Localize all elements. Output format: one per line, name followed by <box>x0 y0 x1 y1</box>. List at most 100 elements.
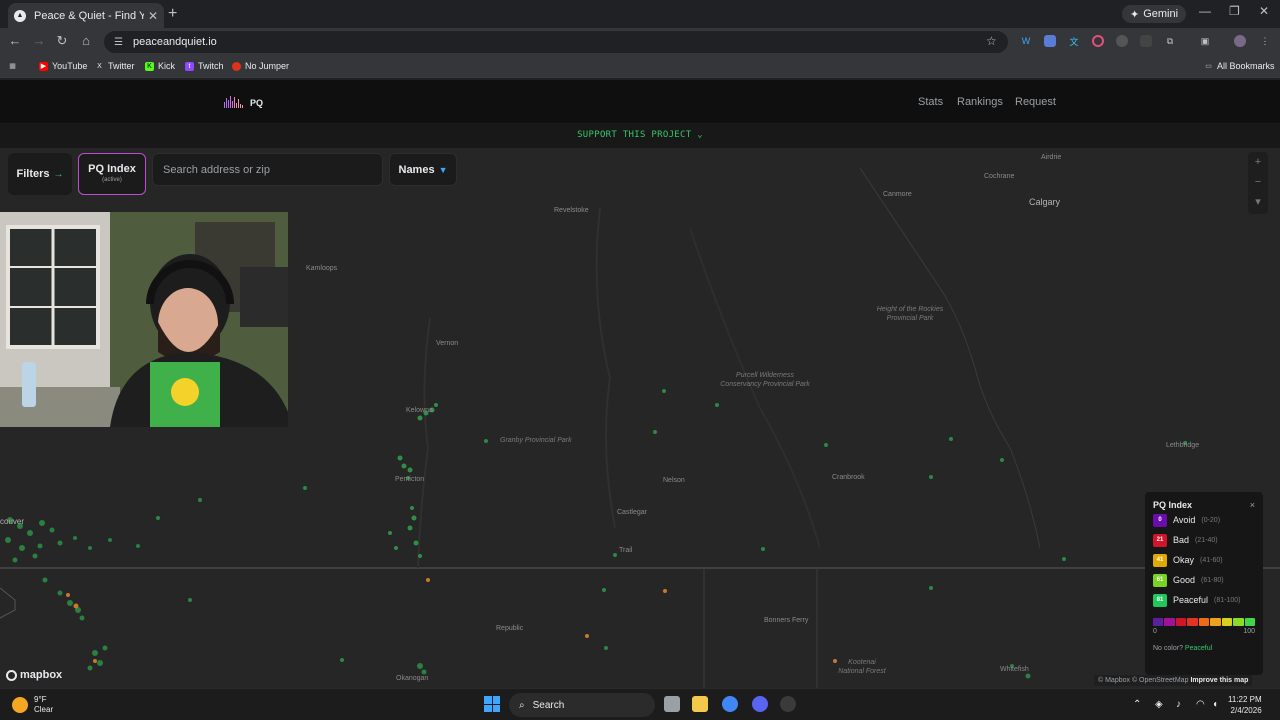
browser-toolbar: ← → ↻ ⌂ ☰ peaceandquiet.io ☆ W 文 ⧉ ▣ ⋮ <box>0 28 1280 56</box>
gemini-button[interactable]: ✦ Gemini <box>1122 5 1187 23</box>
mapbox-logo[interactable]: mapbox <box>6 669 62 681</box>
pq-cluster-okay[interactable] <box>66 578 837 663</box>
browser-tab[interactable]: ▲ Peace & Quiet - Find Your Quie ✕ <box>8 3 164 28</box>
forward-icon[interactable]: → <box>31 33 47 48</box>
map-label-penticton: Penticton <box>395 476 425 483</box>
side-panel-icon[interactable]: ▣ <box>1199 35 1211 47</box>
weather-condition: Clear <box>34 705 54 714</box>
legend-swatch: 81 <box>1153 593 1167 607</box>
extensions-puzzle-icon[interactable]: ⧉ <box>1164 35 1176 47</box>
reload-icon[interactable]: ↻ <box>54 33 70 49</box>
twitch-icon: t <box>185 61 194 71</box>
close-window-icon[interactable]: ✕ <box>1259 4 1269 18</box>
show-hidden-icons-icon[interactable]: ⌃ <box>1133 699 1141 710</box>
filters-button[interactable]: Filters → <box>8 153 72 195</box>
map-label-nelson: Nelson <box>663 477 685 484</box>
map-label-granby-park: Granby Provincial Park <box>500 437 572 444</box>
zoom-in-icon[interactable]: + <box>1248 152 1268 172</box>
taskbar-search[interactable]: ⌕ Search <box>509 693 655 717</box>
legend-item-range: (41-60) <box>1200 556 1223 564</box>
menu-icon[interactable]: ⋮ <box>1259 35 1271 47</box>
map-label-airdrie: Airdrie <box>1041 154 1062 161</box>
folder-icon: ▭ <box>1205 63 1212 70</box>
map-canvas[interactable]: Revelstoke Kamloops Vernon Kelowna Penti… <box>0 148 1280 688</box>
restore-icon[interactable]: ❐ <box>1229 4 1240 18</box>
bookmark-twitter[interactable]: X Twitter <box>95 61 134 71</box>
compass-icon[interactable]: ▾ <box>1248 192 1268 212</box>
x-icon: X <box>97 62 102 70</box>
bookmark-twitch[interactable]: t Twitch <box>185 61 224 71</box>
legend-gradient-step <box>1187 618 1198 626</box>
url-text: peaceandquiet.io <box>132 36 217 48</box>
legend-gradient-bar <box>1153 618 1255 626</box>
system-clock[interactable]: 11:22 PM 2/4/2026 <box>1228 694 1262 716</box>
webcam-overlay <box>0 212 288 427</box>
site-logo[interactable]: PQ <box>224 96 263 108</box>
extension-icon[interactable] <box>1092 35 1104 47</box>
pq-scattered-points[interactable] <box>156 389 1187 662</box>
bookmark-star-icon[interactable]: ☆ <box>986 34 997 48</box>
nav-stats[interactable]: Stats <box>918 96 943 108</box>
gemini-icon: ✦ <box>1130 8 1140 21</box>
wifi-icon[interactable]: ◠ <box>1196 699 1205 710</box>
chrome-icon[interactable] <box>722 696 738 712</box>
back-icon[interactable]: ← <box>7 33 23 48</box>
legend-item-name: Bad <box>1173 535 1190 545</box>
app-icon[interactable] <box>780 696 796 712</box>
improve-map-link[interactable]: Improve this map <box>1190 677 1248 684</box>
pq-cluster-vancouver[interactable] <box>5 517 1031 679</box>
support-project-banner[interactable]: SUPPORT THIS PROJECT ⌄ <box>0 124 1280 148</box>
tab-strip: ▲ Peace & Quiet - Find Your Quie ✕ + ✦ G… <box>0 0 1280 28</box>
site-info-icon[interactable]: ☰ <box>114 37 123 48</box>
discord-icon[interactable] <box>752 696 768 712</box>
legend-row-peaceful: 81 Peaceful (81-100) <box>1153 590 1255 610</box>
extension-icon[interactable] <box>1116 35 1128 47</box>
legend-item-range: (21-40) <box>1195 536 1218 544</box>
volume-icon[interactable]: ◖ <box>1212 699 1218 710</box>
address-search-input[interactable]: Search address or zip <box>152 153 383 186</box>
profile-avatar[interactable] <box>1234 35 1246 47</box>
home-icon[interactable]: ⌂ <box>78 33 94 48</box>
legend-swatch: 61 <box>1153 573 1167 587</box>
extension-icon[interactable]: W <box>1020 35 1032 47</box>
legend-no-color-note: No color? Peaceful <box>1153 645 1255 652</box>
all-bookmarks[interactable]: ▭ All Bookmarks <box>1204 61 1274 71</box>
weather-widget[interactable]: 9°F Clear <box>12 695 53 715</box>
extension-icon[interactable] <box>1140 35 1152 47</box>
no-color-value: Peaceful <box>1184 645 1213 652</box>
bookmark-kick[interactable]: K Kick <box>145 61 175 71</box>
extension-icon[interactable] <box>1044 35 1056 47</box>
map-label-kamloops: Kamloops <box>306 265 338 272</box>
close-legend-icon[interactable]: × <box>1250 500 1255 510</box>
minimize-icon[interactable]: — <box>1199 4 1211 18</box>
map-label-height-of-rockies: Height of the Rockies Provincial Park <box>876 306 944 322</box>
close-tab-icon[interactable]: ✕ <box>148 9 158 23</box>
legend-scale-max: 100 <box>1243 628 1255 635</box>
new-tab-icon[interactable]: + <box>168 5 177 23</box>
legend-gradient-step <box>1175 618 1187 626</box>
nav-request[interactable]: Request <box>1015 96 1056 108</box>
zoom-out-icon[interactable]: − <box>1248 172 1268 192</box>
network-tray-icon[interactable]: ◈ <box>1155 699 1163 710</box>
bookmark-no-jumper[interactable]: No Jumper <box>232 61 289 71</box>
nav-rankings[interactable]: Rankings <box>957 96 1003 108</box>
microphone-icon[interactable]: ♪ <box>1176 699 1181 710</box>
bookmark-youtube[interactable]: ▶ YouTube <box>39 61 87 71</box>
address-bar[interactable]: ☰ peaceandquiet.io <box>104 31 1008 53</box>
apps-icon[interactable]: ▦ <box>8 61 17 70</box>
pq-index-button[interactable]: PQ Index (active) <box>78 153 146 195</box>
task-view-icon[interactable] <box>664 696 680 712</box>
names-dropdown[interactable]: Names ▼ <box>389 153 457 186</box>
map-label-whitefish: Whitefish <box>1000 666 1029 673</box>
mapbox-wordmark: mapbox <box>20 669 63 681</box>
legend-gradient-step <box>1198 618 1210 626</box>
map-label-calgary: Calgary <box>1029 197 1061 207</box>
file-explorer-icon[interactable] <box>692 696 708 712</box>
start-button[interactable] <box>484 696 500 712</box>
map-zoom-controls: + − ▾ <box>1248 152 1268 214</box>
youtube-icon: ▶ <box>39 61 48 71</box>
translate-extension-icon[interactable]: 文 <box>1068 35 1080 47</box>
map-label-canmore: Canmore <box>883 191 912 198</box>
attribution-text[interactable]: © Mapbox © OpenStreetMap <box>1098 677 1188 684</box>
mapbox-icon <box>6 669 17 681</box>
